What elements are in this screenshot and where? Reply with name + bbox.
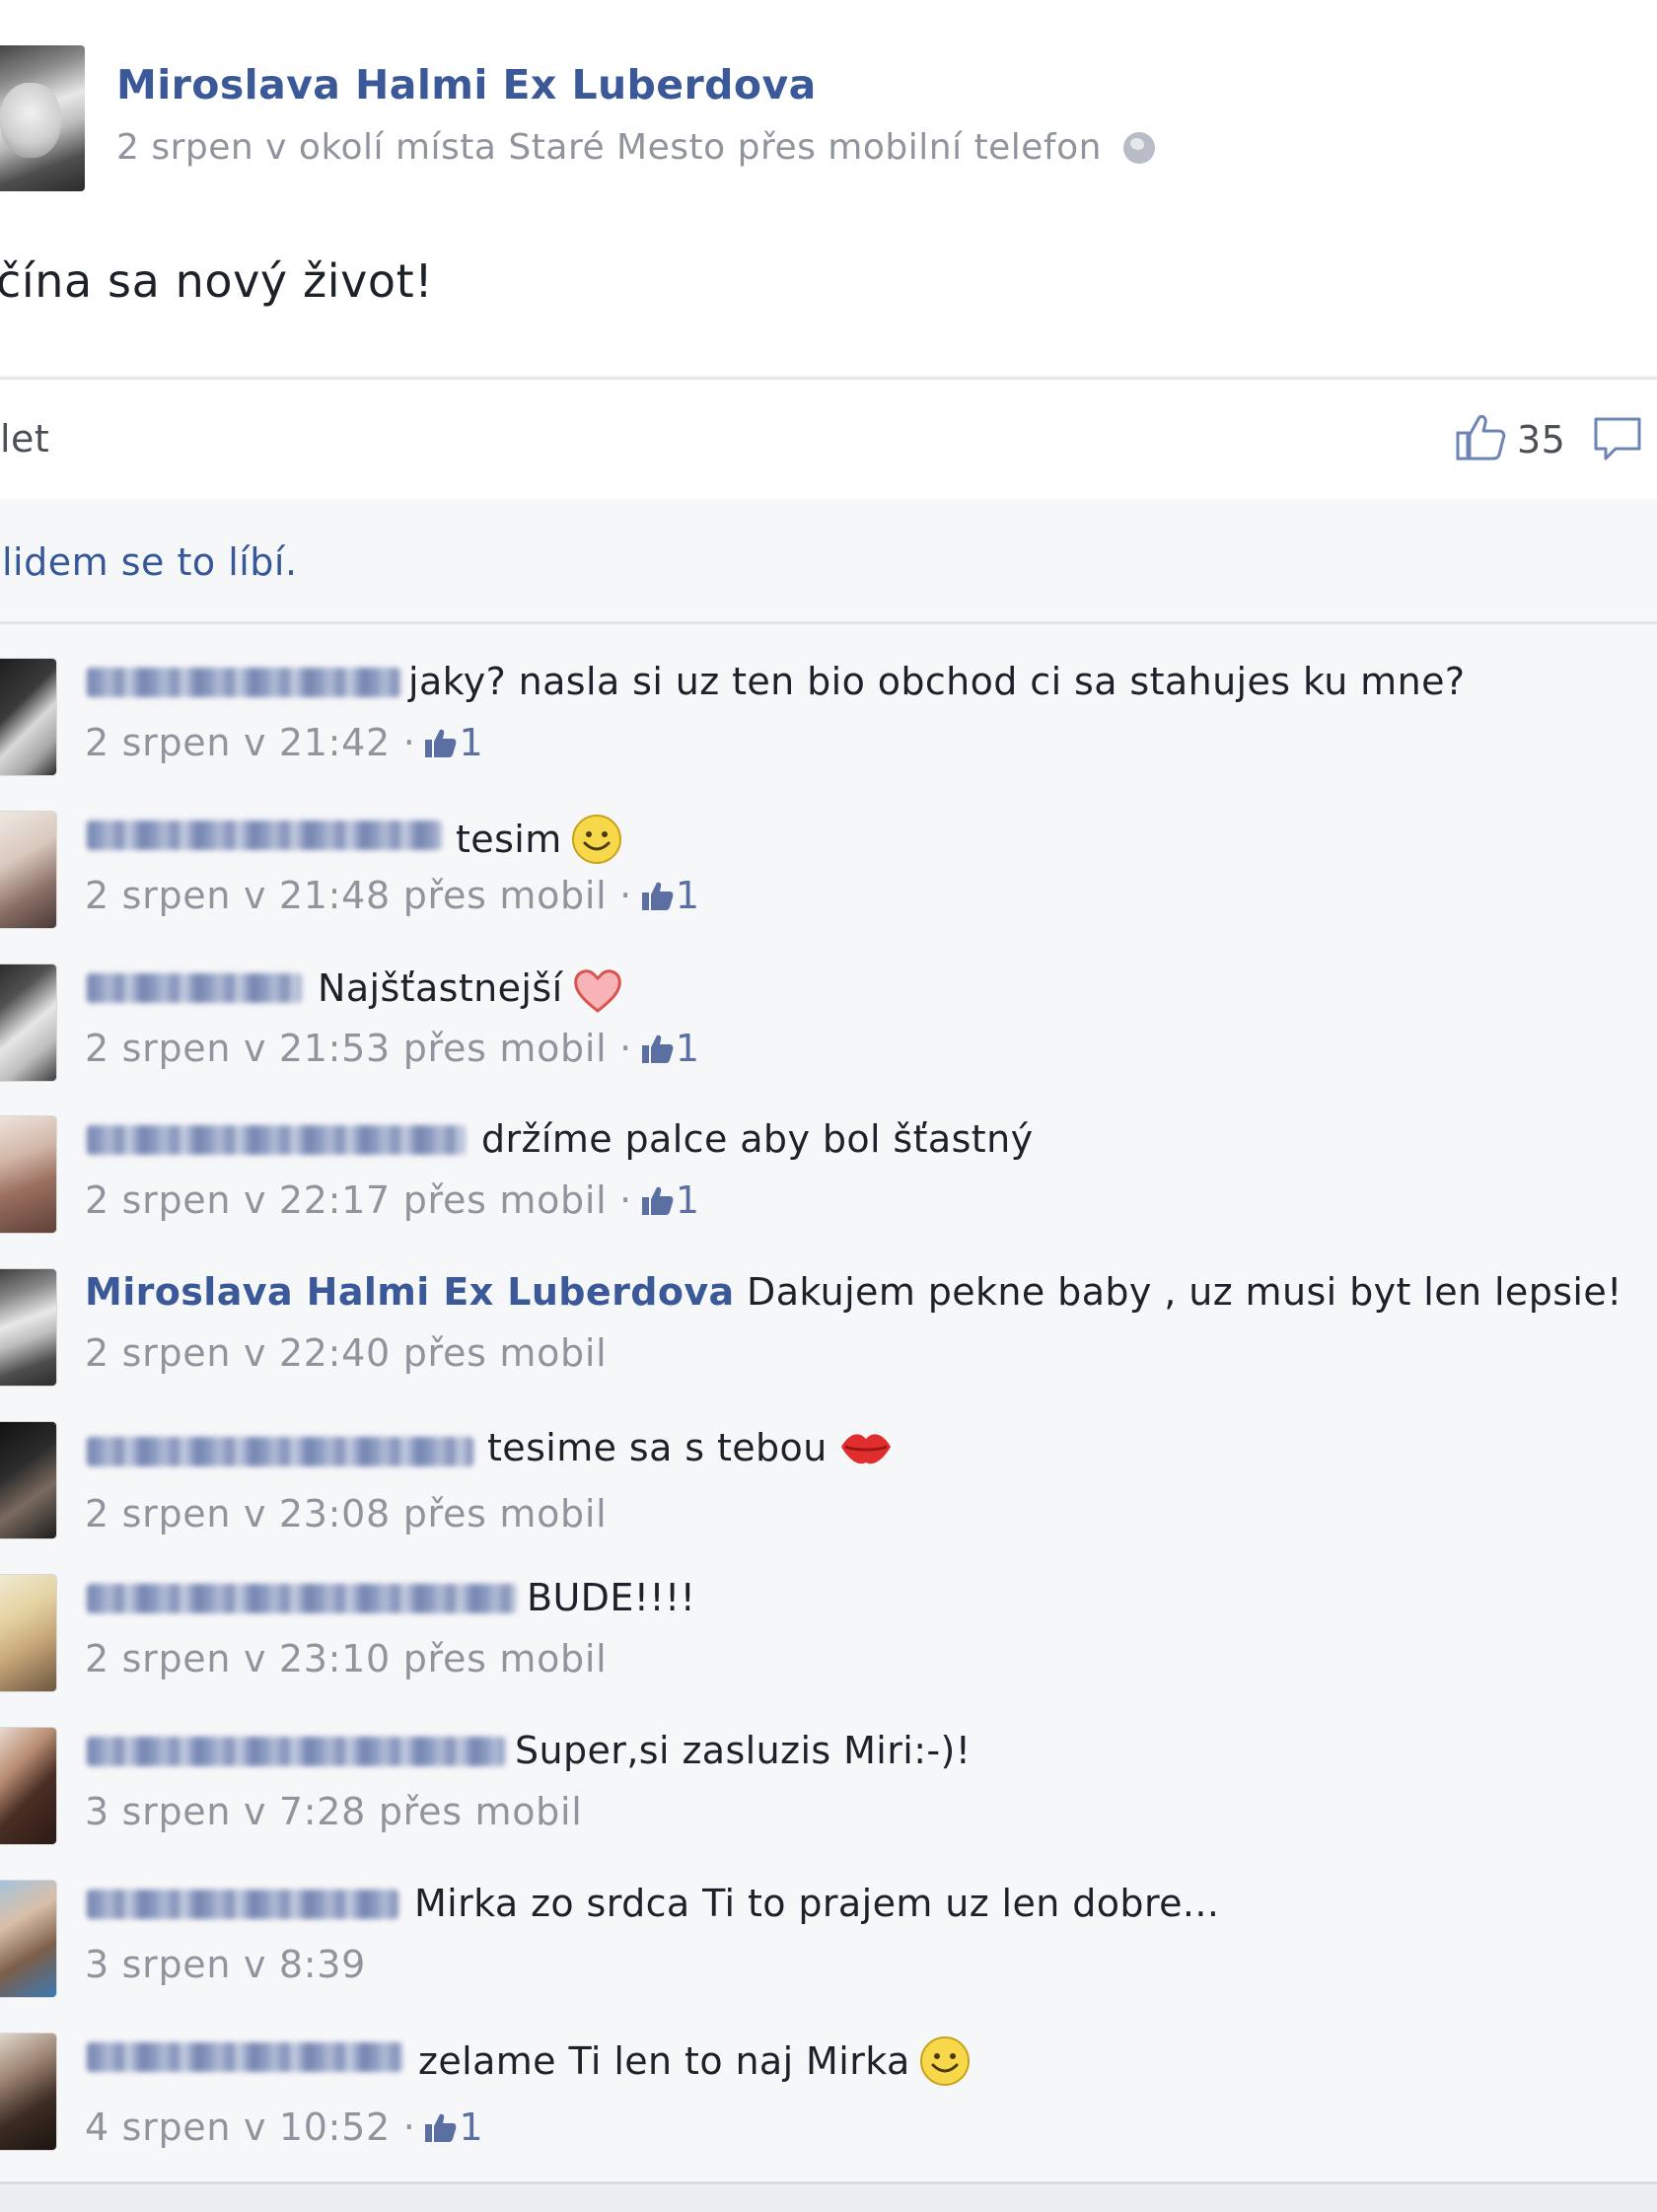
comment-text: držíme palce aby bol šťastný — [481, 1117, 1034, 1161]
like-icon — [1456, 414, 1506, 461]
kiss-emoji — [840, 1434, 891, 1464]
comment-meta: 2 srpen v 21:42 · 1 — [85, 721, 483, 764]
comment-meta: 2 srpen v 21:48 přes mobil · 1 — [85, 874, 700, 917]
post-header: Miroslava Halmi Ex Luberdova 2 srpen v o… — [0, 0, 1657, 375]
comment-meta: 2 srpen v 21:53 přes mobil · 1 — [85, 1027, 700, 1070]
comment-text-body: zelame Ti len to naj Mirka — [418, 2039, 910, 2083]
comment-text: Najšťastnejší — [318, 965, 624, 1015]
commenter-avatar[interactable] — [0, 1115, 57, 1234]
comment-text-body: Dakujem pekne baby , uz musi byt len lep… — [747, 1270, 1622, 1314]
commenter-avatar[interactable] — [0, 811, 57, 929]
comment-timestamp[interactable]: 2 srpen v 21:42 · — [85, 721, 415, 764]
comment-text: BUDE!!!! — [527, 1576, 696, 1619]
comment-text: zelame Ti len to naj Mirka — [418, 2034, 972, 2088]
comment-timestamp[interactable]: 2 srpen v 23:08 přes mobil — [85, 1492, 607, 1535]
post-author-name[interactable]: Miroslava Halmi Ex Luberdova — [116, 61, 817, 108]
commenter-name-blurred[interactable] — [87, 1584, 517, 1613]
comment-timestamp[interactable]: 2 srpen v 22:40 přes mobil — [85, 1331, 607, 1375]
comment: Mirka zo srdca Ti to prajem uz len dobre… — [0, 1846, 1657, 1998]
like-count: 35 — [1517, 418, 1566, 462]
commenter-avatar[interactable] — [0, 658, 57, 776]
comment: Super,si zasluzis Miri:-)! 3 srpen v 7:2… — [0, 1693, 1657, 1845]
commenter-avatar[interactable] — [0, 2033, 57, 2151]
commenter-avatar[interactable] — [0, 1574, 57, 1692]
comment-text: tesime sa s tebou — [487, 1423, 895, 1472]
commenter-name-blurred[interactable] — [87, 973, 302, 1003]
commenter-name-blurred[interactable] — [87, 2042, 402, 2072]
like-icon[interactable] — [640, 1032, 676, 1065]
comment-timestamp[interactable]: 2 srpen v 21:53 přes mobil · — [85, 1027, 632, 1070]
comment-timestamp[interactable]: 3 srpen v 8:39 — [85, 1943, 366, 1986]
commenter-name-blurred[interactable] — [87, 1437, 473, 1466]
heart-emoji — [573, 969, 621, 1013]
comment-author-name[interactable]: Miroslava Halmi Ex Luberdova — [85, 1270, 735, 1314]
comment-text-body: Najšťastnejší — [318, 966, 563, 1010]
comment-meta: 2 srpen v 22:17 přes mobil · 1 — [85, 1178, 700, 1222]
comment: Miroslava Halmi Ex Luberdova Dakujem pek… — [0, 1235, 1657, 1387]
commenter-name-blurred[interactable] — [87, 821, 442, 850]
comment-meta: 4 srpen v 10:52 · 1 — [85, 2105, 483, 2149]
commenter-avatar[interactable] — [0, 1880, 57, 1998]
commenter-avatar[interactable] — [0, 1421, 57, 1539]
comment-like-count: 1 — [675, 874, 700, 917]
comment-timestamp[interactable]: 4 srpen v 10:52 · — [85, 2105, 415, 2149]
comment: držíme palce aby bol šťastný 2 srpen v 2… — [0, 1082, 1657, 1234]
like-icon[interactable] — [640, 1183, 676, 1217]
globe-icon[interactable] — [1122, 132, 1155, 164]
comment-list: jaky? nasla si uz ten bio obchod ci sa s… — [0, 624, 1657, 2182]
comment: Najšťastnejší 2 srpen v 21:53 přes mobil… — [0, 930, 1657, 1082]
comment-icon[interactable] — [1592, 413, 1643, 464]
commenter-avatar[interactable] — [0, 1727, 57, 1845]
comment-meta: 3 srpen v 7:28 přes mobil — [85, 1790, 583, 1833]
commenter-name-blurred[interactable] — [87, 1125, 466, 1155]
author-avatar[interactable] — [0, 45, 85, 191]
action-link[interactable]: let — [0, 417, 49, 461]
like-icon[interactable] — [423, 2110, 459, 2144]
comment-meta: 2 srpen v 23:10 přes mobil — [85, 1637, 607, 1680]
commenter-name-blurred[interactable] — [87, 1737, 505, 1766]
post-meta: 2 srpen v okolí místa Staré Mesto přes m… — [116, 127, 1155, 168]
action-bar: let 35 — [0, 377, 1657, 505]
bottom-border — [0, 2181, 1657, 2212]
comment-timestamp[interactable]: 3 srpen v 7:28 přes mobil — [85, 1790, 583, 1833]
comment: jaky? nasla si uz ten bio obchod ci sa s… — [0, 624, 1657, 776]
post-meta-text[interactable]: 2 srpen v okolí místa Staré Mesto přes m… — [116, 127, 1102, 168]
comment: tesime sa s tebou 2 srpen v 23:08 přes m… — [0, 1388, 1657, 1539]
commenter-avatar[interactable] — [0, 963, 57, 1082]
comment-like-count: 1 — [675, 1027, 700, 1070]
comment-text: Mirka zo srdca Ti to prajem uz len dobre… — [414, 1882, 1220, 1925]
comment-like-count: 1 — [459, 2105, 484, 2149]
smile-emoji — [919, 2036, 970, 2086]
commenter-avatar[interactable] — [0, 1268, 57, 1387]
comment-like-count: 1 — [675, 1178, 700, 1222]
smile-emoji — [571, 815, 621, 864]
comment-text-body: tesime sa s tebou — [487, 1426, 828, 1469]
comment-meta: 3 srpen v 8:39 — [85, 1943, 366, 1986]
comment-meta: 2 srpen v 22:40 přes mobil — [85, 1331, 607, 1375]
comment-timestamp[interactable]: 2 srpen v 21:48 přes mobil · — [85, 874, 632, 917]
comment: BUDE!!!! 2 srpen v 23:10 přes mobil — [0, 1540, 1657, 1692]
comment-like-count: 1 — [459, 721, 484, 764]
commenter-name-blurred[interactable] — [87, 1890, 398, 1919]
comment-text-body: tesim — [456, 818, 562, 861]
like-icon[interactable] — [640, 879, 676, 912]
comment-timestamp[interactable]: 2 srpen v 22:17 přes mobil · — [85, 1178, 632, 1222]
comment-meta: 2 srpen v 23:08 přes mobil — [85, 1492, 607, 1535]
like-icon[interactable] — [423, 726, 459, 759]
likes-summary: lidem se to líbí. — [0, 499, 1657, 624]
commenter-name-blurred[interactable] — [87, 668, 400, 697]
comment-text: Miroslava Halmi Ex Luberdova Dakujem pek… — [85, 1270, 1622, 1314]
likes-summary-text[interactable]: lidem se to líbí. — [2, 540, 298, 584]
comment: tesim 2 srpen v 21:48 přes mobil · 1 — [0, 777, 1657, 929]
post-text: čína sa nový život! — [0, 254, 434, 308]
comment-text: jaky? nasla si uz ten bio obchod ci sa s… — [408, 660, 1466, 703]
comment-text: tesim — [456, 813, 623, 866]
comment-timestamp[interactable]: 2 srpen v 23:10 přes mobil — [85, 1637, 607, 1680]
comment: zelame Ti len to naj Mirka 4 srpen v 10:… — [0, 1999, 1657, 2151]
comment-text: Super,si zasluzis Miri:-)! — [515, 1729, 972, 1772]
